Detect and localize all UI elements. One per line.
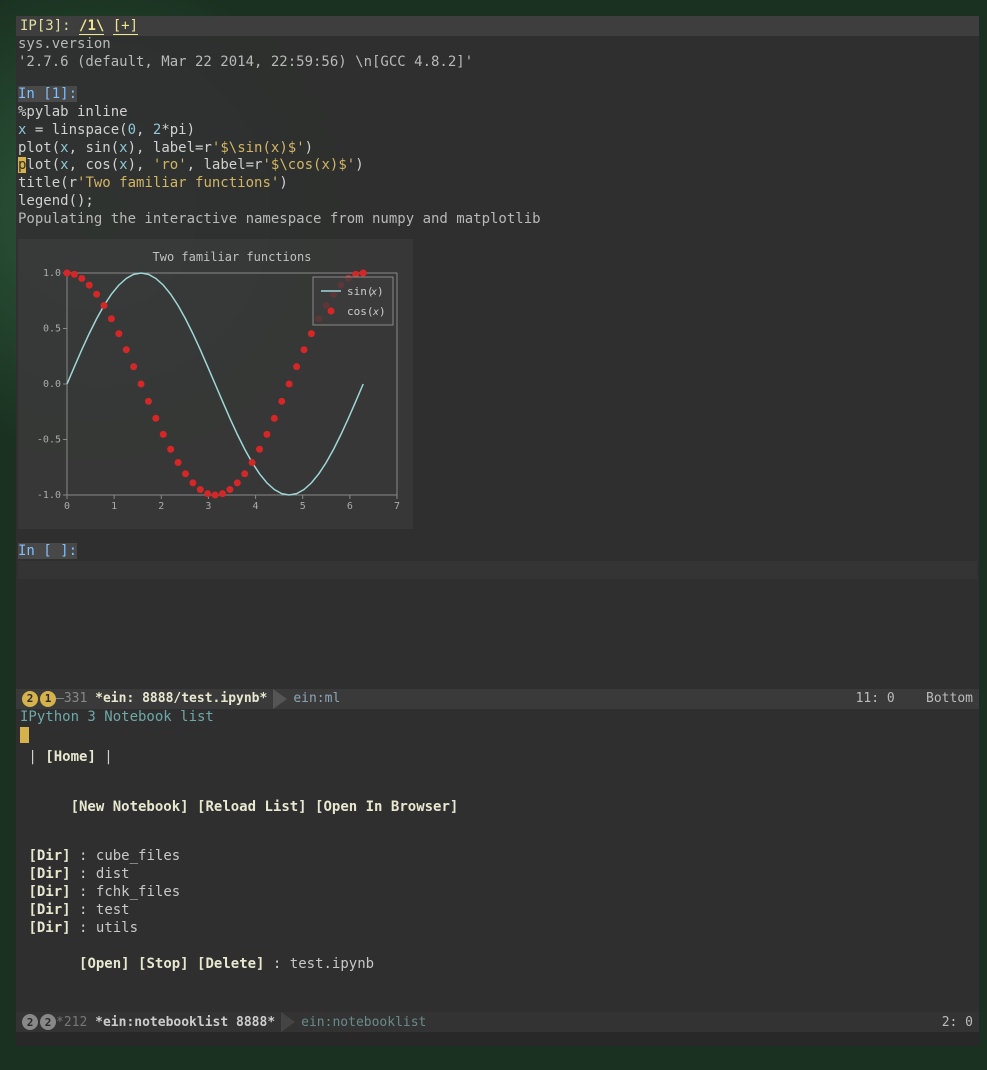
tab-add-button[interactable]: [+] xyxy=(113,18,138,35)
output-line: sys.version xyxy=(18,36,977,54)
svg-text:1.0: 1.0 xyxy=(43,268,61,279)
major-mode: ein:ml xyxy=(293,691,340,706)
notebook-open-button[interactable]: [Open] xyxy=(79,956,130,972)
buffer-name[interactable]: *ein:notebooklist 8888* xyxy=(95,1015,275,1030)
dir-name[interactable]: utils xyxy=(96,920,138,936)
empty-cell-body[interactable] xyxy=(18,561,977,579)
code-line[interactable]: plot(x, sin(x), label=r'$\sin(x)$') xyxy=(18,140,977,158)
home-link[interactable]: [Home] xyxy=(45,749,96,765)
dir-link[interactable]: [Dir] xyxy=(28,902,70,918)
svg-text:x: x xyxy=(370,287,377,298)
modeline-notebook: 2 1 — 331 *ein: 8888/test.ipynb* ein:ml … xyxy=(16,689,979,709)
dir-link[interactable]: [Dir] xyxy=(28,920,70,936)
separator-icon xyxy=(281,1012,295,1032)
notebook-delete-button[interactable]: [Delete] xyxy=(197,956,264,972)
output-line: '2.7.6 (default, Mar 22 2014, 22:59:56) … xyxy=(18,54,977,72)
nblist-title: IPython 3 Notebook list xyxy=(20,709,975,727)
svg-text:-0.5: -0.5 xyxy=(37,435,61,446)
chart: Two familiar functions 0 1 2 3 4 5 6 7 -1.0 -0.5 0.… xyxy=(22,247,407,515)
svg-text:4: 4 xyxy=(253,501,259,512)
tab-active[interactable]: /1\ xyxy=(79,18,104,35)
svg-text:0.0: 0.0 xyxy=(43,379,61,390)
cursor-position: 2: 0 xyxy=(942,1015,973,1030)
svg-text:0: 0 xyxy=(64,501,70,512)
workspace-indicator: 2 xyxy=(22,691,38,707)
cell-prompt: In [1]: xyxy=(18,86,977,104)
dir-name[interactable]: dist xyxy=(96,866,130,882)
notebook-filename[interactable]: test.ipynb xyxy=(290,956,374,972)
code-line[interactable]: %pylab inline xyxy=(18,104,977,122)
svg-text:5: 5 xyxy=(300,501,306,512)
svg-text:-1.0: -1.0 xyxy=(37,490,61,501)
tab-bar: IP[3]: /1\ [+] xyxy=(16,16,979,36)
code-line[interactable]: plot(x, cos(x), 'ro', label=r'$\cos(x)$'… xyxy=(18,157,977,175)
svg-text:6: 6 xyxy=(347,501,353,512)
minibuffer[interactable] xyxy=(16,1032,979,1046)
code-line[interactable]: x = linspace(0, 2*pi) xyxy=(18,122,977,140)
dir-link[interactable]: [Dir] xyxy=(28,884,70,900)
dir-name[interactable]: cube_files xyxy=(96,848,180,864)
new-notebook-button[interactable]: [New Notebook] xyxy=(71,799,189,815)
svg-text:Two familiar functions: Two familiar functions xyxy=(153,250,312,264)
workspace-indicator: 2 xyxy=(40,1014,56,1030)
dir-link[interactable]: [Dir] xyxy=(28,866,70,882)
workspace-indicator: 1 xyxy=(40,691,56,707)
reload-list-button[interactable]: [Reload List] xyxy=(197,799,307,815)
major-mode: ein:notebooklist xyxy=(301,1015,426,1030)
code-line[interactable]: title(r'Two familiar functions') xyxy=(18,175,977,193)
output-line: Populating the interactive namespace fro… xyxy=(18,211,977,229)
notebook-pane[interactable]: sys.version '2.7.6 (default, Mar 22 2014… xyxy=(16,36,979,689)
svg-text:3: 3 xyxy=(205,501,211,512)
workspace-indicator: 2 xyxy=(22,1014,38,1030)
svg-text:cos(: cos( xyxy=(347,305,374,318)
cursor-position: 11: 0 xyxy=(856,691,895,706)
modeline-notebooklist: 2 2 * 212 *ein:notebooklist 8888* ein:no… xyxy=(16,1012,979,1032)
svg-text:): ) xyxy=(377,285,384,298)
svg-text:2: 2 xyxy=(158,501,164,512)
emacs-window: IP[3]: /1\ [+] sys.version '2.7.6 (defau… xyxy=(16,16,979,1046)
separator-icon xyxy=(273,689,287,709)
code-line[interactable]: legend(); xyxy=(18,193,977,211)
svg-text:sin(: sin( xyxy=(347,285,374,298)
dir-name[interactable]: test xyxy=(96,902,130,918)
svg-text:): ) xyxy=(379,305,386,318)
buffer-name[interactable]: *ein: 8888/test.ipynb* xyxy=(95,691,267,706)
svg-text:7: 7 xyxy=(394,501,400,512)
chart-output: Two familiar functions 0 1 2 3 4 5 6 7 -1.0 -0.5 0.… xyxy=(18,239,413,529)
tab-prefix: IP[3]: xyxy=(20,18,79,34)
dir-name[interactable]: fchk_files xyxy=(96,884,180,900)
cell-prompt-empty[interactable]: In [ ]: xyxy=(18,543,977,561)
notebooklist-pane[interactable]: IPython 3 Notebook list | [Home] | [New … xyxy=(16,709,979,1012)
dir-link[interactable]: [Dir] xyxy=(28,848,70,864)
svg-text:x: x xyxy=(372,307,379,318)
open-in-browser-button[interactable]: [Open In Browser] xyxy=(315,799,458,815)
svg-text:0.5: 0.5 xyxy=(43,324,61,335)
notebook-stop-button[interactable]: [Stop] xyxy=(138,956,189,972)
svg-text:1: 1 xyxy=(111,501,117,512)
scroll-position: Bottom xyxy=(926,691,973,706)
cursor-icon xyxy=(20,727,29,743)
